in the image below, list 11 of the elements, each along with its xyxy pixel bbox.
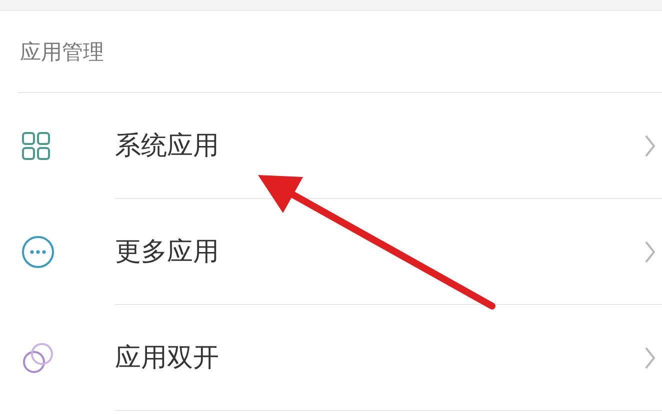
settings-item[interactable]: 应用双开 xyxy=(0,305,662,411)
chevron-icon xyxy=(644,240,656,264)
item-label: 应用双开 xyxy=(115,342,219,375)
section-title: 应用管理 xyxy=(20,38,104,66)
chevron-icon xyxy=(644,134,656,158)
overlapping-circles-icon xyxy=(21,341,55,375)
item-label: 系统应用 xyxy=(115,130,219,163)
more-icon xyxy=(21,235,55,269)
item-label: 更多应用 xyxy=(115,236,219,269)
grid-icon xyxy=(21,131,51,161)
chevron-icon xyxy=(644,346,656,370)
